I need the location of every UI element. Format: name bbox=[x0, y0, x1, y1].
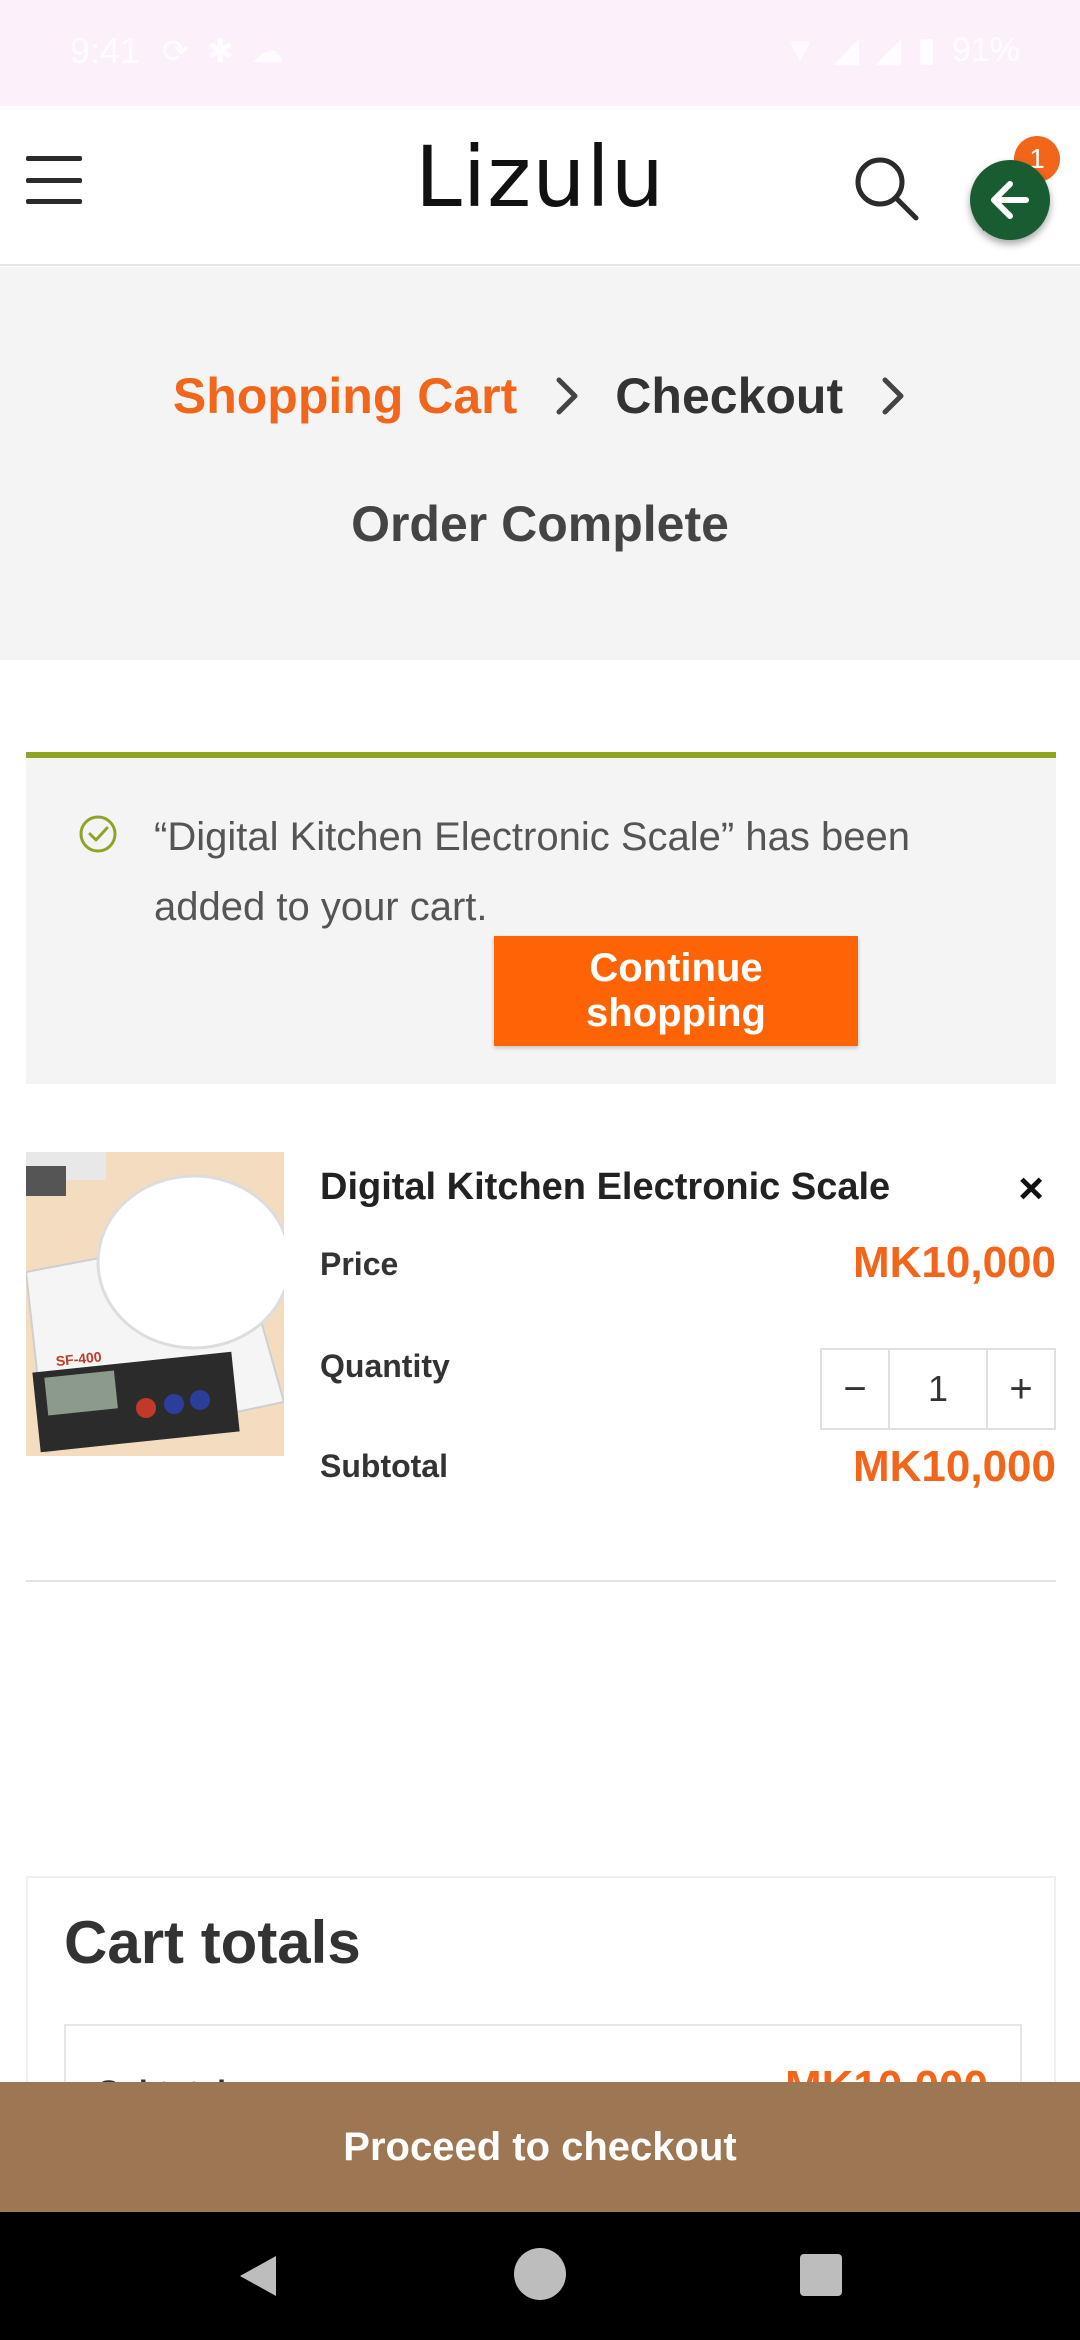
step-order-complete: Order Complete bbox=[351, 496, 729, 552]
back-arrow-icon bbox=[991, 181, 1029, 219]
notice-message: “Digital Kitchen Electronic Scale” has b… bbox=[154, 815, 910, 929]
quantity-input[interactable]: 1 bbox=[888, 1350, 988, 1428]
remove-item-button[interactable]: × bbox=[1018, 1164, 1044, 1214]
added-to-cart-notice: “Digital Kitchen Electronic Scale” has b… bbox=[26, 752, 1056, 1084]
status-left-icons: ⟳ ✱ ☁ bbox=[162, 32, 284, 70]
proceed-to-checkout-button[interactable]: Proceed to checkout bbox=[0, 2082, 1080, 2212]
cart-totals-title: Cart totals bbox=[64, 1909, 361, 1976]
continue-shopping-button[interactable]: Continue shopping bbox=[494, 936, 858, 1046]
nav-recents-icon[interactable] bbox=[800, 2254, 842, 2296]
signal-icon: ◢ bbox=[875, 31, 902, 69]
checkout-steps: Shopping Cart Checkout Order Complete bbox=[0, 267, 1080, 660]
step-checkout[interactable]: Checkout bbox=[615, 367, 843, 425]
sync-icon: ⟳ bbox=[162, 33, 189, 69]
status-time: 9:41 bbox=[70, 30, 141, 71]
kitchen-scale-image: SF-400 bbox=[26, 1152, 284, 1456]
increment-button[interactable]: + bbox=[988, 1350, 1054, 1428]
search-icon[interactable] bbox=[852, 154, 922, 224]
nav-home-icon[interactable] bbox=[514, 2248, 566, 2300]
system-nav-bar bbox=[0, 2212, 1080, 2340]
cart-item: SF-400 Digital Kitchen Electronic Scale … bbox=[26, 1152, 1056, 1582]
battery-icon: ▮ bbox=[917, 31, 936, 69]
price-label: Price bbox=[320, 1246, 399, 1282]
site-header: Lizulu 1 bbox=[0, 106, 1080, 266]
back-button[interactable] bbox=[970, 160, 1050, 240]
quantity-label: Quantity bbox=[320, 1348, 450, 1384]
chevron-right-icon bbox=[556, 377, 578, 415]
chevron-right-icon bbox=[882, 377, 904, 415]
check-circle-icon bbox=[79, 815, 117, 853]
breadcrumb: Shopping Cart Checkout bbox=[0, 367, 1080, 425]
bug-icon: ✱ bbox=[206, 33, 234, 69]
step-shopping-cart[interactable]: Shopping Cart bbox=[173, 367, 517, 425]
product-thumbnail[interactable]: SF-400 bbox=[26, 1152, 284, 1456]
wifi-icon: ▼ bbox=[783, 30, 817, 69]
signal-icon: ◢ bbox=[832, 31, 860, 69]
cloud-icon: ☁ bbox=[251, 33, 284, 69]
status-right-icons: ▼ ◢ ◢ ▮ 91% bbox=[783, 30, 1020, 70]
subtotal-label: Subtotal bbox=[320, 1448, 448, 1484]
product-name[interactable]: Digital Kitchen Electronic Scale bbox=[320, 1166, 890, 1209]
price-value: MK10,000 bbox=[852, 1238, 1056, 1287]
decrement-button[interactable]: − bbox=[822, 1350, 888, 1428]
nav-back-icon[interactable] bbox=[236, 2252, 280, 2300]
battery-percent: 91% bbox=[951, 30, 1020, 69]
status-bar: 9:41 ⟳ ✱ ☁ ▼ ◢ ◢ ▮ 91% bbox=[0, 0, 1080, 106]
quantity-stepper: − 1 + bbox=[820, 1348, 1056, 1430]
subtotal-value: MK10,000 bbox=[852, 1442, 1056, 1491]
